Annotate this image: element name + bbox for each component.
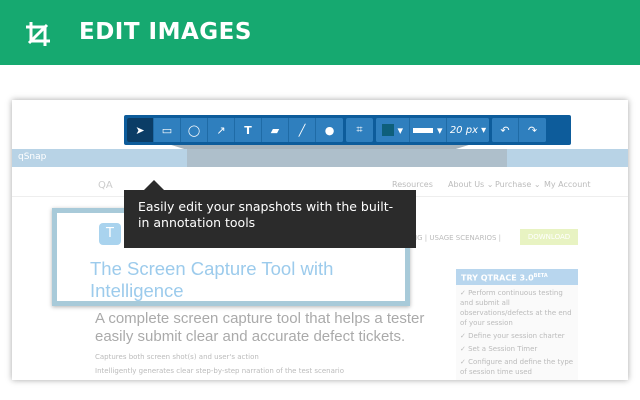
nav-purchase[interactable]: Purchase ⌄ — [495, 180, 541, 189]
sidebar-item: ✓ Define your session charter — [460, 332, 565, 340]
crop-icon — [26, 22, 50, 46]
arrow-tool-icon[interactable]: ↗ — [208, 118, 235, 142]
font-size-picker[interactable]: 20 px ▾ — [447, 118, 489, 142]
undo-icon[interactable]: ↶ — [492, 118, 519, 142]
line-width-picker[interactable]: ▾ — [410, 118, 447, 142]
font-size-value: 20 px — [449, 124, 478, 136]
nav-resources[interactable]: Resources — [392, 180, 433, 189]
feature-tooltip: Easily edit your snapshots with the buil… — [124, 180, 416, 248]
subheadline: A complete screen capture tool that help… — [95, 310, 425, 345]
feature-2: Intelligently generates clear step-by-st… — [95, 367, 344, 375]
nav-account[interactable]: My Account — [544, 180, 590, 189]
headline: The Screen Capture Tool with Intelligenc… — [90, 258, 334, 301]
sidebar-item: ✓ Configure and define the type of sessi… — [460, 358, 574, 376]
nav-about[interactable]: About Us ⌄ — [448, 180, 493, 189]
download-button[interactable]: DOWNLOAD — [520, 229, 578, 245]
callout-tool-icon[interactable]: ▰ — [262, 118, 289, 142]
sidebar-title: TRY QTRACE 3.0 — [461, 273, 534, 283]
site-logo: QA — [98, 180, 113, 191]
pen-tool-icon[interactable]: ╱ — [289, 118, 316, 142]
trial-sidebar: TRY QTRACE 3.0BETA ✓ Perform continuous … — [456, 269, 578, 380]
beta-badge: BETA — [533, 273, 548, 279]
app-name: qSnap — [18, 152, 47, 162]
ghost-toolbar — [187, 149, 507, 167]
text-tool-icon[interactable]: T — [235, 118, 262, 142]
header-banner: EDIT IMAGES — [0, 0, 640, 65]
sidebar-item: ✓ Perform continuous testing and submit … — [460, 289, 572, 327]
crop-tool-icon[interactable]: ⌗ — [346, 118, 373, 142]
select-tool-icon[interactable]: ➤ — [127, 118, 154, 142]
blur-tool-icon[interactable]: ● — [316, 118, 343, 142]
qtrace-logo-icon: T — [99, 223, 121, 245]
page-title: EDIT IMAGES — [79, 19, 252, 45]
ellipse-tool-icon[interactable]: ◯ — [181, 118, 208, 142]
sidebar-item: ✓ Set a Session Timer — [460, 345, 538, 353]
annotation-toolbar: ➤ ▭ ◯ ↗ T ▰ ╱ ● ⌗ ▾ ▾ 20 px ▾ ↶ ↷ — [124, 115, 571, 145]
rectangle-tool-icon[interactable]: ▭ — [154, 118, 181, 142]
redo-icon[interactable]: ↷ — [519, 118, 546, 142]
color-picker[interactable]: ▾ — [376, 118, 410, 142]
feature-1: Captures both screen shot(s) and user's … — [95, 353, 259, 361]
